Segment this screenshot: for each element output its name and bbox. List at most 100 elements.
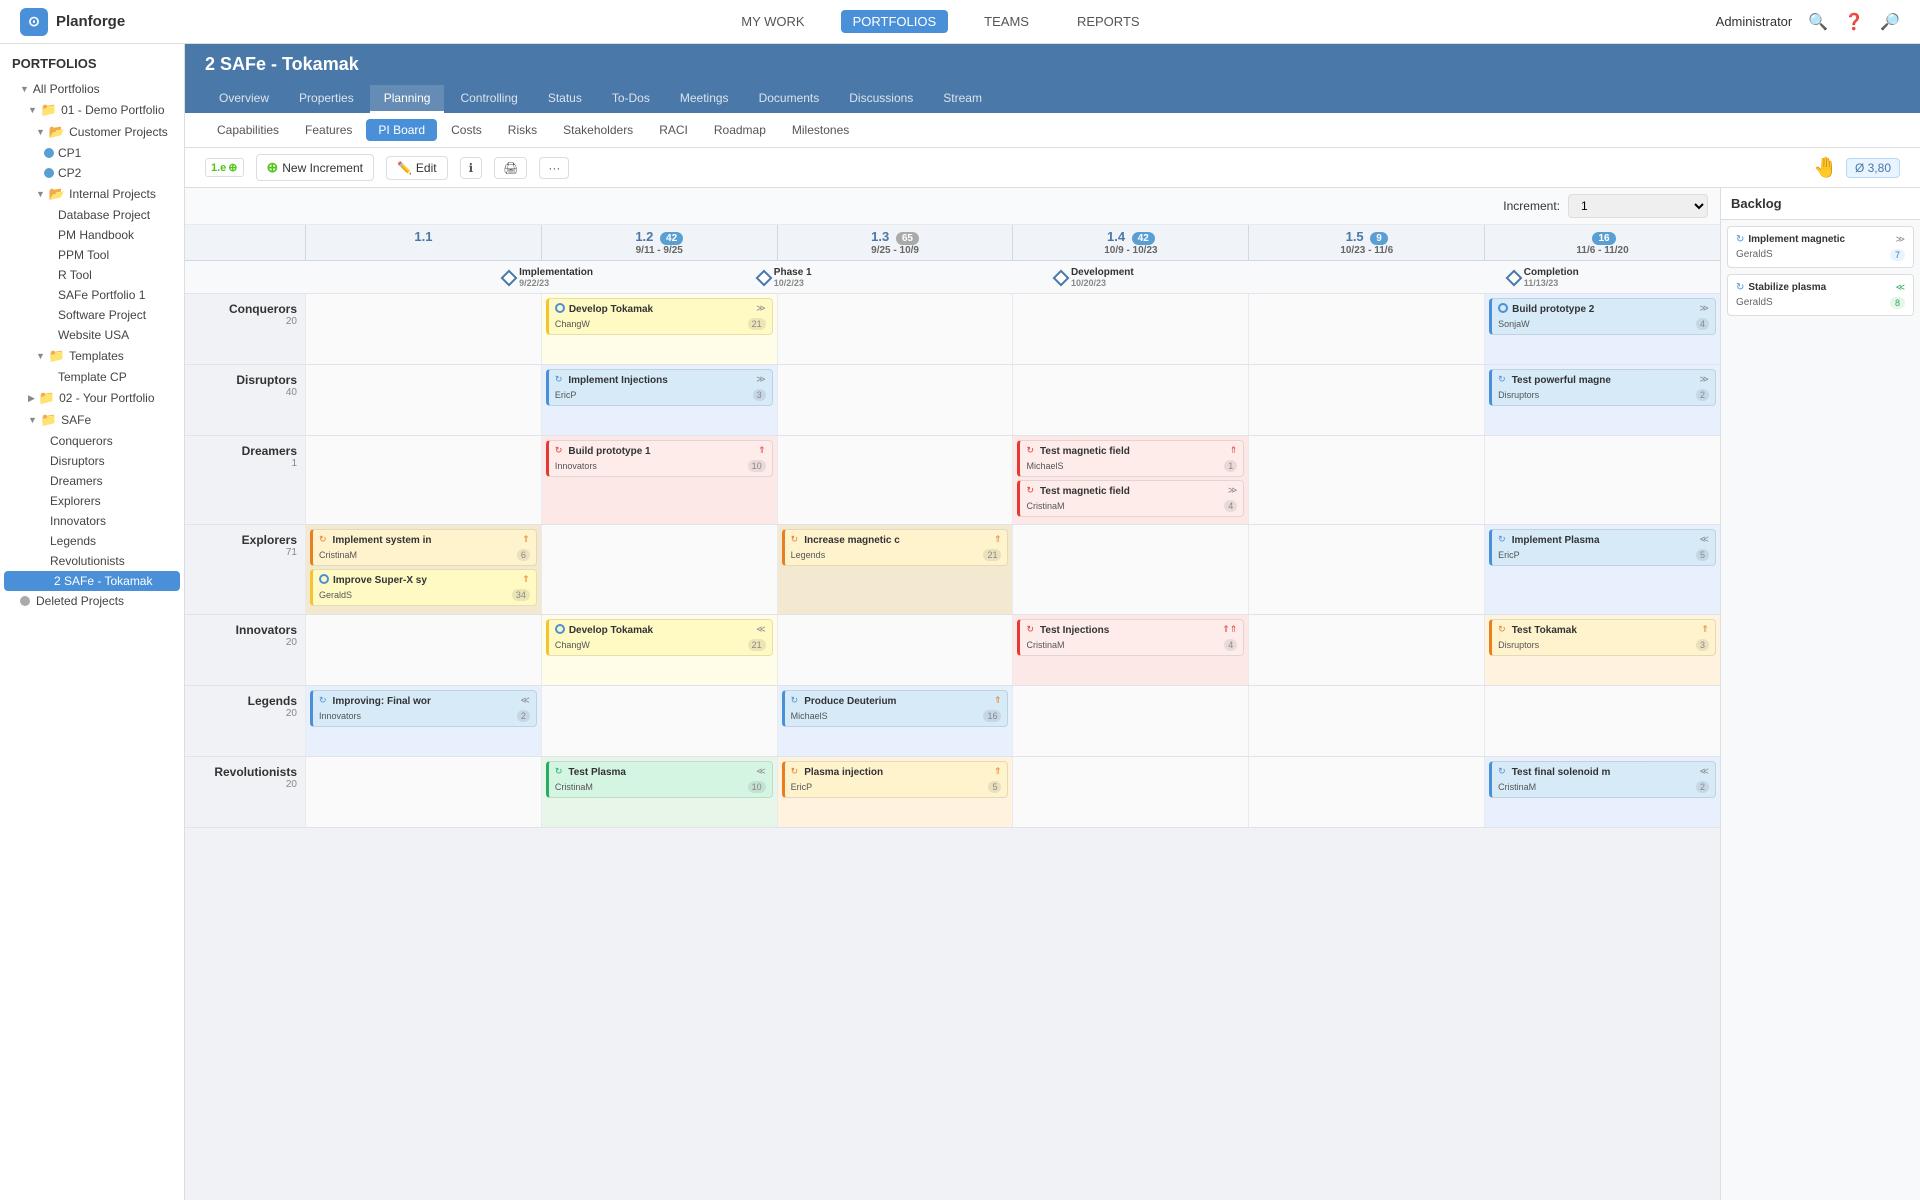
sub-tab-milestones[interactable]: Milestones bbox=[780, 119, 861, 141]
tab-overview[interactable]: Overview bbox=[205, 85, 283, 113]
board-card[interactable]: ↻ Test Plasma ≪ CristinaM 10 bbox=[546, 761, 773, 798]
card-num: 5 bbox=[1696, 549, 1709, 561]
board-card[interactable]: ↻ Test powerful magne ≫ Disruptors 2 bbox=[1489, 369, 1716, 406]
board-card[interactable]: ↻ Implement system in ⇑ CristinaM 6 bbox=[310, 529, 537, 566]
sidebar-item-database-project[interactable]: Database Project bbox=[0, 205, 184, 225]
sprint-cell bbox=[541, 686, 777, 756]
search-icon[interactable]: 🔍 bbox=[1808, 12, 1828, 32]
tab-discussions[interactable]: Discussions bbox=[835, 85, 927, 113]
expand-icon: ▼ bbox=[36, 351, 45, 361]
sidebar-item-ppm-tool[interactable]: PPM Tool bbox=[0, 245, 184, 265]
sidebar-item-all-portfolios[interactable]: ▼ All Portfolios bbox=[0, 79, 184, 99]
tab-planning[interactable]: Planning bbox=[370, 85, 445, 113]
tab-status[interactable]: Status bbox=[534, 85, 596, 113]
sidebar-item-templates[interactable]: ▼ 📁 Templates bbox=[0, 345, 184, 367]
item-dot-icon bbox=[44, 148, 54, 158]
sidebar-item-2-safe-tokamak[interactable]: 2 SAFe - Tokamak bbox=[4, 571, 180, 591]
tab-stream[interactable]: Stream bbox=[929, 85, 996, 113]
tab-controlling[interactable]: Controlling bbox=[446, 85, 531, 113]
sub-tab-capabilities[interactable]: Capabilities bbox=[205, 119, 291, 141]
more-button[interactable]: ··· bbox=[539, 157, 569, 179]
tab-meetings[interactable]: Meetings bbox=[666, 85, 743, 113]
board-card[interactable]: ↻ Test final solenoid m ≪ CristinaM 2 bbox=[1489, 761, 1716, 798]
help-icon[interactable]: ❓ bbox=[1844, 12, 1864, 32]
milestone-label: Implementation 9/22/23 bbox=[519, 267, 593, 288]
logo[interactable]: ⊙ Planforge bbox=[20, 8, 125, 36]
board-card[interactable]: Build prototype 2 ≫ SonjaW 4 bbox=[1489, 298, 1716, 335]
board-card[interactable]: ↻ Plasma injection ⇑ EricP 5 bbox=[782, 761, 1009, 798]
sidebar-item-website-usa[interactable]: Website USA bbox=[0, 325, 184, 345]
board-card[interactable]: ↻ Test Tokamak ⇑ Disruptors 3 bbox=[1489, 619, 1716, 656]
board-card[interactable]: Develop Tokamak ≫ ChangW 21 bbox=[546, 298, 773, 335]
card-user: Innovators bbox=[319, 711, 361, 721]
info-button[interactable]: ℹ bbox=[460, 157, 483, 179]
sub-tab-features[interactable]: Features bbox=[293, 119, 364, 141]
board-card[interactable]: ↻ Implement Plasma ≪ EricP 5 bbox=[1489, 529, 1716, 566]
milestone-completion: Completion 11/13/23 bbox=[1508, 267, 1579, 288]
nav-my-work[interactable]: MY WORK bbox=[729, 10, 816, 33]
sidebar-item-dreamers[interactable]: Dreamers bbox=[0, 471, 184, 491]
sidebar-item-pm-handbook[interactable]: PM Handbook bbox=[0, 225, 184, 245]
board-card[interactable]: Improve Super-X sy ⇑ GeraldS 34 bbox=[310, 569, 537, 606]
nav-portfolios[interactable]: PORTFOLIOS bbox=[841, 10, 949, 33]
board-card[interactable]: ↻ Produce Deuterium ⇑ MichaelS 16 bbox=[782, 690, 1009, 727]
sidebar-item-safe-portfolio-1[interactable]: SAFe Portfolio 1 bbox=[0, 285, 184, 305]
sidebar-item-explorers[interactable]: Explorers bbox=[0, 491, 184, 511]
board-card[interactable]: ↻ Test magnetic field ≫ CristinaM 4 bbox=[1017, 480, 1244, 517]
nav-right: Administrator 🔍 ❓ 🔎 bbox=[1716, 12, 1900, 32]
sub-tab-costs[interactable]: Costs bbox=[439, 119, 494, 141]
nav-teams[interactable]: TEAMS bbox=[972, 10, 1041, 33]
sub-tab-pi-board[interactable]: PI Board bbox=[366, 119, 437, 141]
backlog-card-meta: GeraldS 7 bbox=[1736, 249, 1905, 261]
board-card[interactable]: ↻ Test Injections ⇑⇑ CristinaM 4 bbox=[1017, 619, 1244, 656]
board-card[interactable]: ↻ Improving: Final wor ≪ Innovators 2 bbox=[310, 690, 537, 727]
nav-user[interactable]: Administrator bbox=[1716, 14, 1793, 29]
sprint-cell: ↻ Test Plasma ≪ CristinaM 10 bbox=[541, 757, 777, 827]
card-title: Test Plasma bbox=[568, 766, 626, 779]
sidebar-item-label: Conquerors bbox=[50, 434, 113, 448]
board-card[interactable]: Develop Tokamak ≪ ChangW 21 bbox=[546, 619, 773, 656]
sub-tab-stakeholders[interactable]: Stakeholders bbox=[551, 119, 645, 141]
backlog-card[interactable]: ↻ Stabilize plasma ≪ GeraldS 8 bbox=[1727, 274, 1914, 316]
sidebar-item-demo-portfolio[interactable]: ▼ 📁 01 - Demo Portfolio bbox=[0, 99, 184, 121]
sidebar-item-label: Revolutionists bbox=[50, 554, 125, 568]
sub-tab-roadmap[interactable]: Roadmap bbox=[702, 119, 778, 141]
sidebar-item-cp1[interactable]: CP1 bbox=[0, 143, 184, 163]
print-button[interactable]: 🖨 bbox=[494, 157, 527, 179]
tab-todos[interactable]: To-Dos bbox=[598, 85, 664, 113]
increment-indicator: 1.e ⊕ bbox=[205, 158, 244, 177]
board-card[interactable]: ↻ Build prototype 1 ⇑ Innovators 10 bbox=[546, 440, 773, 477]
sidebar-item-disruptors[interactable]: Disruptors bbox=[0, 451, 184, 471]
card-user: EricP bbox=[791, 782, 813, 792]
sidebar-item-template-cp[interactable]: Template CP bbox=[0, 367, 184, 387]
sub-tab-risks[interactable]: Risks bbox=[496, 119, 549, 141]
tab-properties[interactable]: Properties bbox=[285, 85, 368, 113]
sidebar-item-your-portfolio[interactable]: ▶ 📁 02 - Your Portfolio bbox=[0, 387, 184, 409]
board-card[interactable]: ↻ Implement Injections ≫ EricP 3 bbox=[546, 369, 773, 406]
sidebar-item-innovators[interactable]: Innovators bbox=[0, 511, 184, 531]
increment-bar: Increment: 1 bbox=[185, 188, 1720, 225]
settings-icon[interactable]: 🔎 bbox=[1880, 12, 1900, 32]
new-increment-button[interactable]: ⊕ New Increment bbox=[256, 154, 374, 181]
plus-icon: ⊕ bbox=[228, 161, 237, 174]
tab-documents[interactable]: Documents bbox=[745, 85, 834, 113]
increment-select[interactable]: 1 bbox=[1568, 194, 1708, 218]
sidebar-item-revolutionists[interactable]: Revolutionists bbox=[0, 551, 184, 571]
sidebar-item-r-tool[interactable]: R Tool bbox=[0, 265, 184, 285]
sidebar-item-customer-projects[interactable]: ▼ 📂 Customer Projects bbox=[0, 121, 184, 143]
sidebar-item-legends[interactable]: Legends bbox=[0, 531, 184, 551]
sidebar-item-internal-projects[interactable]: ▼ 📂 Internal Projects bbox=[0, 183, 184, 205]
backlog-card[interactable]: ↻ Implement magnetic ≫ GeraldS 7 bbox=[1727, 226, 1914, 268]
add-icon: ⊕ bbox=[267, 159, 279, 176]
sidebar-item-cp2[interactable]: CP2 bbox=[0, 163, 184, 183]
board-card[interactable]: ↻ Test magnetic field ⇑ MichaelS 1 bbox=[1017, 440, 1244, 477]
nav-reports[interactable]: REPORTS bbox=[1065, 10, 1152, 33]
sidebar-item-software-project[interactable]: Software Project bbox=[0, 305, 184, 325]
sidebar-item-deleted-projects[interactable]: Deleted Projects bbox=[0, 591, 184, 611]
sidebar-item-conquerors[interactable]: Conquerors bbox=[0, 431, 184, 451]
edit-button[interactable]: ✏️ Edit bbox=[386, 156, 448, 180]
sidebar-item-safe[interactable]: ▼ 📁 SAFe bbox=[0, 409, 184, 431]
sidebar-item-label: Website USA bbox=[58, 328, 129, 342]
sub-tab-raci[interactable]: RACI bbox=[647, 119, 700, 141]
board-card[interactable]: ↻ Increase magnetic c ⇑ Legends 21 bbox=[782, 529, 1009, 566]
